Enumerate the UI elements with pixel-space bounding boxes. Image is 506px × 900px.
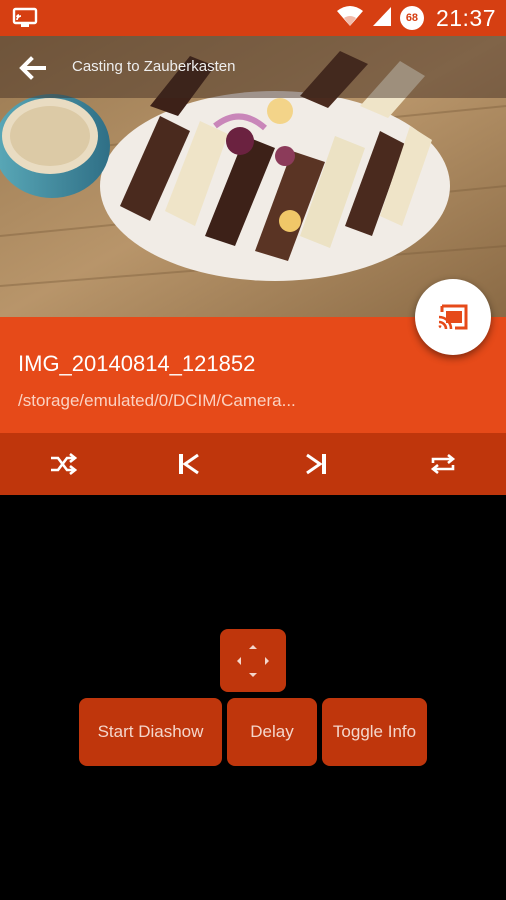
skip-previous-icon <box>179 453 199 475</box>
previous-button[interactable] <box>173 448 205 480</box>
start-diashow-button[interactable]: Start Diashow <box>79 698 222 766</box>
cast-button[interactable] <box>415 279 491 355</box>
cast-screen-icon <box>12 6 38 30</box>
status-bar: 68 21:37 <box>0 0 506 36</box>
status-clock: 21:37 <box>435 4 496 31</box>
casting-title: Casting to Zauberkasten <box>72 58 236 75</box>
shuffle-button[interactable] <box>47 448 79 480</box>
signal-icon <box>372 5 392 32</box>
arrow-left-icon <box>19 56 46 80</box>
wifi-icon <box>336 5 364 32</box>
directional-pad-icon <box>237 644 269 677</box>
file-path: /storage/emulated/0/DCIM/Camera... <box>18 391 296 410</box>
next-button[interactable] <box>300 448 332 480</box>
battery-icon: 68 <box>399 6 424 30</box>
shuffle-icon <box>51 452 77 476</box>
repeat-icon <box>430 453 456 475</box>
dpad-button[interactable] <box>220 629 286 692</box>
repeat-button[interactable] <box>427 448 459 480</box>
playback-controls <box>0 433 506 495</box>
file-name: IMG_20140814_121852 <box>18 351 256 376</box>
cast-icon <box>438 304 468 330</box>
toggle-info-button[interactable]: Toggle Info <box>322 698 427 766</box>
back-button[interactable] <box>14 50 50 86</box>
app-bar: Casting to Zauberkasten <box>0 36 506 98</box>
skip-next-icon <box>306 453 326 475</box>
delay-button[interactable]: Delay <box>227 698 317 766</box>
